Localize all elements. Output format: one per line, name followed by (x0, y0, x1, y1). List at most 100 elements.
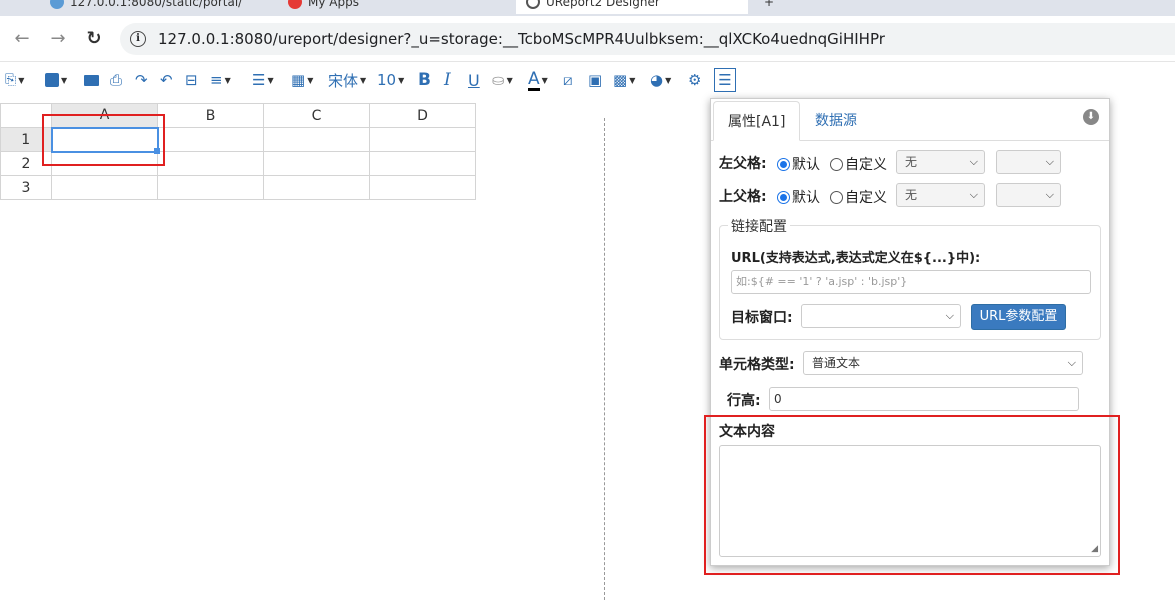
top-parent-default-radio[interactable]: 默认 (777, 187, 820, 207)
cell-d1[interactable] (369, 127, 476, 152)
tab-label: 127.0.0.1:8080/static/portal/ (70, 0, 243, 9)
paint-bucket-icon: ⛀ (492, 71, 505, 89)
top-parent-select[interactable]: 无 ⌵ (896, 183, 985, 207)
font-size: 10 (377, 71, 397, 89)
new-tab-button[interactable]: + (752, 0, 786, 14)
underline-icon: U (468, 70, 480, 90)
collapse-icon[interactable]: ⬇ (1083, 109, 1099, 125)
font-size-dropdown[interactable]: 10 ▼ (377, 68, 404, 92)
chevron-down-icon: ⌵ (969, 155, 978, 168)
column-header-b[interactable]: B (157, 103, 264, 128)
address-url[interactable]: 127.0.0.1:8080/ureport/designer?_u=stora… (158, 23, 885, 55)
save-icon (45, 73, 59, 87)
preview-dropdown[interactable]: ⎘ ▼ (5, 68, 24, 92)
undo-icon: ↶ (160, 71, 173, 89)
left-parent-default-radio[interactable]: 默认 (777, 154, 820, 174)
underline-button[interactable]: U (468, 68, 480, 92)
border-dropdown[interactable]: ▦ ▼ (291, 68, 313, 92)
font-family-dropdown[interactable]: 宋体 ▼ (328, 68, 366, 92)
image-icon: ▣ (588, 71, 603, 89)
select-value: 无 (905, 188, 918, 202)
target-window-select[interactable]: ⌵ (801, 304, 961, 328)
cell-b1[interactable] (157, 127, 264, 152)
align-dropdown[interactable]: ≡ ▼ (210, 68, 231, 92)
browser-tab-designer[interactable]: UReport2 Designer (516, 0, 748, 14)
italic-icon: I (444, 70, 451, 90)
panel-tabs: 属性[A1] 数据源 ⬇ (711, 99, 1109, 141)
valign-dropdown[interactable]: ☰ ▼ (252, 68, 274, 92)
cell-c2[interactable] (263, 151, 370, 176)
top-parent-cell-select[interactable]: ⌵ (996, 183, 1061, 207)
left-parent-cell-select[interactable]: ⌵ (996, 150, 1061, 174)
undo-button[interactable]: ↶ (160, 68, 173, 92)
bold-icon: B (418, 70, 431, 90)
redo-button[interactable]: ↷ (135, 68, 148, 92)
barcode-dropdown[interactable]: ▩ ▼ (613, 68, 635, 92)
italic-button[interactable]: I (444, 68, 451, 92)
radio-label: 自定义 (845, 190, 887, 206)
fill-color-dropdown[interactable]: ⛀ ▼ (492, 68, 513, 92)
radio-dot (777, 157, 790, 171)
browser-tab-portal[interactable]: 127.0.0.1:8080/static/portal/ (40, 0, 254, 14)
app-icon (288, 0, 302, 9)
url-params-button[interactable]: URL参数配置 (971, 304, 1066, 330)
property-panel-toggle[interactable]: ☰ (714, 68, 736, 92)
cell-d3[interactable] (369, 175, 476, 200)
highlight-box-text-content (704, 415, 1120, 575)
cell-c3[interactable] (263, 175, 370, 200)
reload-icon[interactable]: ↻ (81, 26, 107, 52)
redo-icon: ↷ (135, 71, 148, 89)
address-bar[interactable]: i 127.0.0.1:8080/ureport/designer?_u=sto… (120, 23, 1175, 55)
slash-cell-icon: ⧄ (563, 71, 573, 89)
top-parent-custom-radio[interactable]: 自定义 (830, 187, 887, 207)
browser-tab-myapps[interactable]: My Apps (278, 0, 371, 14)
top-parent-label: 上父格: (719, 189, 767, 205)
merge-cells-button[interactable]: ⊟ (185, 68, 198, 92)
slash-header-button[interactable]: ⧄ (563, 68, 573, 92)
cell-b2[interactable] (157, 151, 264, 176)
radio-dot (830, 190, 843, 204)
merge-cells-icon: ⊟ (185, 71, 198, 89)
select-value: 普通文本 (812, 356, 861, 370)
radio-label: 默认 (792, 157, 820, 173)
cell-type-select[interactable]: 普通文本 ⌵ (803, 351, 1083, 375)
chevron-down-icon: ⌵ (1067, 356, 1076, 369)
radio-dot (830, 157, 843, 171)
chevron-down-icon: ⌵ (1045, 155, 1054, 168)
pie-chart-icon: ◕ (650, 71, 664, 89)
tab-properties[interactable]: 属性[A1] (713, 101, 801, 141)
cell-d2[interactable] (369, 151, 476, 176)
open-button[interactable] (84, 68, 99, 92)
back-arrow-icon[interactable]: ← (9, 26, 35, 52)
left-parent-label: 左父格: (719, 156, 767, 172)
row-height-label: 行高: (727, 393, 761, 409)
save-dropdown[interactable]: ▼ (45, 68, 67, 92)
import-button[interactable]: ⎙ (110, 68, 122, 92)
select-value: 无 (905, 155, 918, 169)
bold-button[interactable]: B (418, 68, 431, 92)
url-label: URL(支持表达式,表达式定义在${...}中): (731, 251, 981, 266)
preview-icon: ⎘ (5, 72, 17, 88)
radio-dot (777, 190, 790, 204)
column-header-d[interactable]: D (369, 103, 476, 128)
cell-b3[interactable] (157, 175, 264, 200)
row-height-input[interactable]: 0 (769, 387, 1079, 411)
row-header-3[interactable]: 3 (0, 175, 52, 200)
tab-label: UReport2 Designer (546, 0, 660, 9)
font-color-dropdown[interactable]: A ▼ (528, 68, 548, 92)
folder-open-icon (84, 74, 99, 86)
left-parent-custom-radio[interactable]: 自定义 (830, 154, 887, 174)
forward-arrow-icon[interactable]: → (45, 26, 71, 52)
image-button[interactable]: ▣ (588, 68, 602, 92)
url-input[interactable]: 如:${# == '1' ? 'a.jsp' : 'b.jsp'} (731, 270, 1091, 294)
left-parent-select[interactable]: 无 ⌵ (896, 150, 985, 174)
page-boundary-line (604, 118, 605, 600)
cell-c1[interactable] (263, 127, 370, 152)
chart-dropdown[interactable]: ◕ ▼ (650, 68, 671, 92)
settings-button[interactable]: ⚙ (688, 68, 701, 92)
column-header-c[interactable]: C (263, 103, 370, 128)
cell-a3[interactable] (51, 175, 158, 200)
site-info-icon[interactable]: i (130, 31, 146, 47)
tab-datasource[interactable]: 数据源 (801, 101, 871, 141)
border-icon: ▦ (291, 71, 306, 89)
